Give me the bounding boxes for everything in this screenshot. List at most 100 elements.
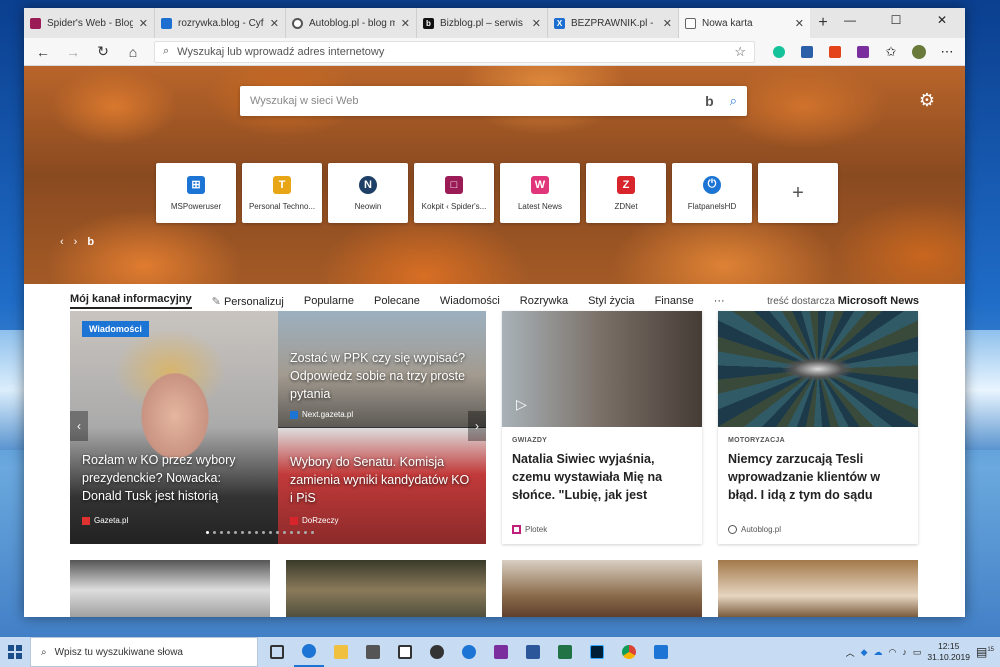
volume-icon[interactable]: ♪ [902,647,907,657]
carousel-dot[interactable] [297,531,300,534]
word-icon[interactable] [518,637,548,667]
carousel-dot[interactable] [311,531,314,534]
play-icon[interactable]: ▷ [516,396,527,413]
grammarly-extension-icon[interactable] [767,40,791,64]
tab-5[interactable]: Nowa karta ✕ [679,8,810,38]
tab-2[interactable]: Autoblog.pl - blog motoryzacyjny ✕ [286,8,417,38]
feed-tab-popular[interactable]: Popularne [304,295,354,307]
dropbox-icon[interactable]: ◆ [861,647,868,658]
favorites-icon[interactable]: ✩ [879,40,903,64]
favorite-star-icon[interactable]: ☆ [734,44,746,60]
onenote-icon[interactable] [486,637,516,667]
close-tab-icon[interactable]: ✕ [401,17,410,30]
calendar-icon[interactable] [390,637,420,667]
forward-icon[interactable]: → [60,40,86,64]
chrome-icon[interactable] [614,637,644,667]
address-bar[interactable]: ⌕ Wyszukaj lub wprowadź adres internetow… [154,40,755,63]
carousel-dot[interactable] [262,531,265,534]
mail-icon[interactable] [358,637,388,667]
file-explorer-icon[interactable] [326,637,356,667]
tab-4[interactable]: X BEZPRAWNIK.pl - Prawo ✕ [548,8,679,38]
carousel-dot[interactable] [241,531,244,534]
web-search-box[interactable]: Wyszukaj w sieci Web b ⌕ [240,86,747,116]
minimize-icon[interactable]: — [827,8,873,32]
carousel-dot[interactable] [220,531,223,534]
content-provider[interactable]: treść dostarcza Microsoft News [767,295,919,307]
gear-icon[interactable]: ⚙ [919,90,935,111]
feed-tab-personalize[interactable]: ✎ Personalizuj [212,295,284,308]
carousel-dot[interactable] [206,531,209,534]
news-card[interactable] [718,560,918,617]
messenger-icon[interactable] [454,637,484,667]
home-icon[interactable]: ⌂ [120,40,146,64]
quick-link-tile[interactable]: T Personal Techno... [242,163,322,223]
quick-link-tile[interactable]: ⊞ MSPoweruser [156,163,236,223]
previous-image-icon[interactable]: ‹ [60,236,64,248]
task-view-icon[interactable] [262,637,292,667]
tab-3[interactable]: b Bizblog.pl – serwis biznesowy ✕ [417,8,548,38]
close-window-icon[interactable]: ✕ [919,8,965,32]
back-icon[interactable]: ← [30,40,56,64]
profile-avatar[interactable] [907,40,931,64]
maximize-icon[interactable]: ☐ [873,8,919,32]
taskbar-search-input[interactable]: Wpisz tu wyszukiwane słowa [55,647,183,658]
quick-link-tile[interactable]: ⏻ FlatpanelsHD [672,163,752,223]
quick-link-tile[interactable]: Z ZDNet [586,163,666,223]
feed-tab-lifestyle[interactable]: Styl życia [588,295,634,307]
news-card[interactable] [286,560,486,617]
close-tab-icon[interactable]: ✕ [139,17,148,30]
carousel-prev-icon[interactable]: ‹ [70,411,88,441]
feed-tab-news[interactable]: Wiadomości [440,295,500,307]
address-input[interactable]: Wyszukaj lub wprowadź adres internetowy [177,46,384,58]
notification-center-icon[interactable]: ▤15 [976,645,994,659]
feed-tab-entertainment[interactable]: Rozrywka [520,295,568,307]
more-menu-icon[interactable]: ⋯ [935,40,959,64]
close-tab-icon[interactable]: ✕ [663,17,672,30]
carousel-dot[interactable] [248,531,251,534]
news-card[interactable]: ▷ GWIAZDY Natalia Siwiec wyjaśnia, czemu… [502,311,702,544]
next-image-icon[interactable]: › [74,236,78,248]
search-icon[interactable]: ⌕ [730,93,737,109]
carousel-dot[interactable] [304,531,307,534]
show-hidden-icons[interactable]: ︿ [846,646,855,659]
news-card[interactable]: MOTORYZACJA Niemcy zarzucają Tesli wprow… [718,311,918,544]
start-button[interactable] [0,637,30,667]
onedrive-icon[interactable]: ☁ [874,647,883,658]
pocket-extension-icon[interactable] [795,40,819,64]
featured-main-story[interactable] [70,311,278,544]
add-quick-link-button[interactable]: + [758,163,838,223]
news-card[interactable] [502,560,702,617]
photoshop-icon[interactable] [582,637,612,667]
edge-icon[interactable] [294,637,324,667]
carousel-dot[interactable] [269,531,272,534]
bing-logo-icon[interactable]: b [87,236,94,248]
quick-link-tile[interactable]: □ Kokpit ‹ Spider's... [414,163,494,223]
news-app-icon[interactable] [646,637,676,667]
close-tab-icon[interactable]: ✕ [532,17,541,30]
feed-tab-finance[interactable]: Finanse [655,295,694,307]
carousel-dot[interactable] [227,531,230,534]
wifi-icon[interactable]: ◠ [889,647,897,658]
carousel-dot[interactable] [290,531,293,534]
news-card-title[interactable]: Niemcy zarzucają Tesli wprowadzanie klie… [718,444,918,504]
close-tab-icon[interactable]: ✕ [270,17,279,30]
office-extension-icon[interactable] [823,40,847,64]
quick-link-tile[interactable]: N Neowin [328,163,408,223]
excel-icon[interactable] [550,637,580,667]
carousel-dot[interactable] [276,531,279,534]
keyboard-icon[interactable]: ▭ [913,647,922,658]
tab-0[interactable]: Spider's Web - Blog Blisko ✕ [24,8,155,38]
bottom-story-title[interactable]: Wybory do Senatu. Komisja zamienia wynik… [290,453,474,507]
people-icon[interactable] [422,637,452,667]
web-search-input[interactable]: Wyszukaj w sieci Web [250,95,359,107]
carousel-next-icon[interactable]: › [468,411,486,441]
feed-tab-recommended[interactable]: Polecane [374,295,420,307]
onenote-extension-icon[interactable] [851,40,875,64]
tab-1[interactable]: rozrywka.blog - Cyfrowy ✕ [155,8,286,38]
news-card-title[interactable]: Natalia Siwiec wyjaśnia, czemu wystawiał… [502,444,702,504]
feed-tab-my-feed[interactable]: Mój kanał informacyjny [70,293,192,309]
main-story-title[interactable]: Rozłam w KO przez wybory prezydenckie? N… [82,451,262,505]
close-tab-icon[interactable]: ✕ [795,17,804,30]
clock[interactable]: 12:15 31.10.2019 [927,641,970,663]
feed-more-button[interactable]: ··· [714,295,725,307]
